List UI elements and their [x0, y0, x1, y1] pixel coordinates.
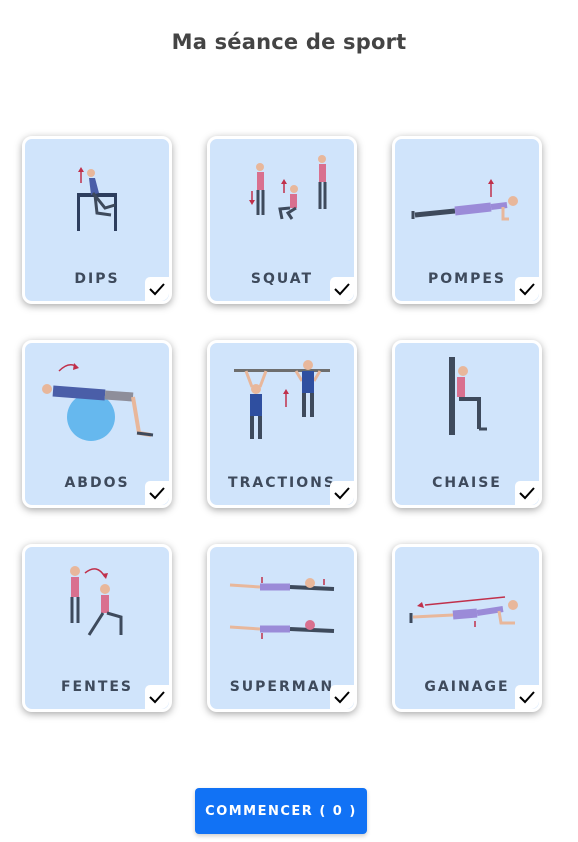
- exercise-card-abdos[interactable]: ABDOS: [22, 340, 172, 508]
- exercise-card-squat[interactable]: SQUAT: [207, 136, 357, 304]
- checkmark-icon: [519, 487, 535, 500]
- exercise-card-pompes[interactable]: POMPES: [392, 136, 542, 304]
- checkbox-checked[interactable]: [145, 481, 169, 505]
- checkmark-icon: [334, 283, 350, 296]
- checkbox-checked[interactable]: [515, 277, 539, 301]
- checkmark-icon: [519, 691, 535, 704]
- pullup-exercise-icon: [234, 360, 330, 439]
- dips-exercise-icon: [77, 167, 117, 231]
- checkmark-icon: [149, 487, 165, 500]
- pushup-exercise-icon: [411, 179, 518, 221]
- exercise-card-dips[interactable]: DIPS: [22, 136, 172, 304]
- checkbox-checked[interactable]: [330, 685, 354, 709]
- exercise-card-fentes[interactable]: FENTES: [22, 544, 172, 712]
- checkmark-icon: [519, 283, 535, 296]
- checkbox-checked[interactable]: [145, 685, 169, 709]
- squat-exercise-icon: [249, 155, 327, 220]
- checkbox-checked[interactable]: [145, 277, 169, 301]
- workout-page: Ma séance de sport DIPS SQUAT POMPES ABD…: [0, 0, 578, 842]
- abs-ball-exercise-icon: [42, 363, 154, 441]
- checkbox-checked[interactable]: [330, 277, 354, 301]
- checkbox-checked[interactable]: [515, 481, 539, 505]
- superman-exercise-icon: [229, 577, 335, 639]
- exercise-card-superman[interactable]: SUPERMAN: [207, 544, 357, 712]
- exercise-card-gainage[interactable]: GAINAGE: [392, 544, 542, 712]
- wall-sit-exercise-icon: [449, 357, 487, 435]
- plank-exercise-icon: [409, 596, 518, 627]
- checkmark-icon: [334, 487, 350, 500]
- checkbox-checked[interactable]: [515, 685, 539, 709]
- exercise-card-tractions[interactable]: TRACTIONS: [207, 340, 357, 508]
- exercise-card-chaise[interactable]: CHAISE: [392, 340, 542, 508]
- page-title: Ma séance de sport: [171, 30, 407, 54]
- checkbox-checked[interactable]: [330, 481, 354, 505]
- lunge-exercise-icon: [70, 566, 123, 636]
- checkmark-icon: [334, 691, 350, 704]
- start-button[interactable]: COMMENCER ( 0 ): [195, 788, 367, 834]
- checkmark-icon: [149, 691, 165, 704]
- checkmark-icon: [149, 283, 165, 296]
